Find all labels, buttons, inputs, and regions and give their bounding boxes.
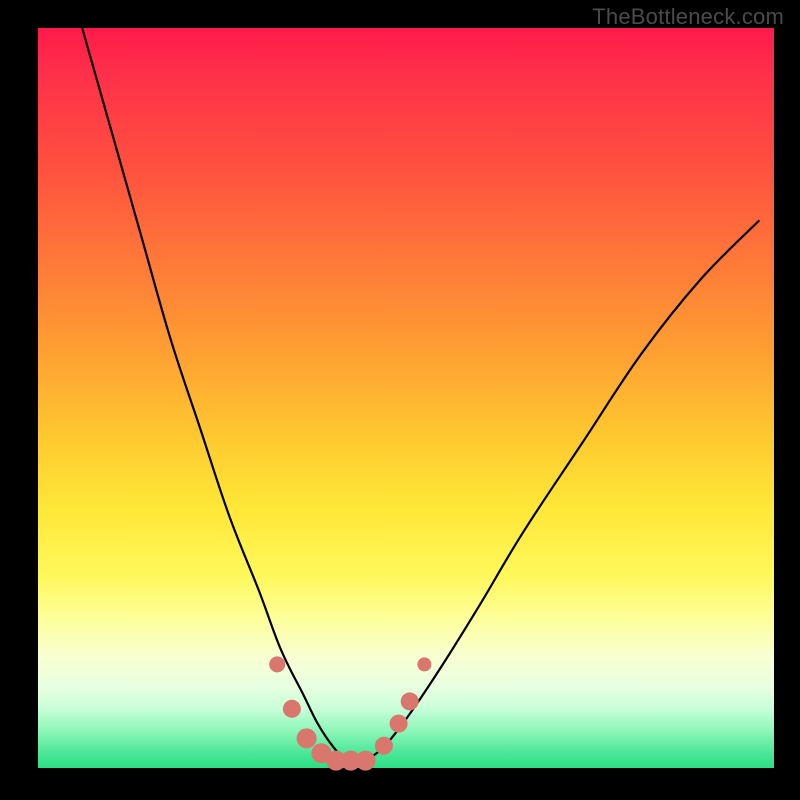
- marker-dot: [390, 715, 408, 733]
- curve-svg: [38, 28, 774, 768]
- marker-dot: [417, 657, 431, 671]
- watermark-label: TheBottleneck.com: [592, 4, 784, 30]
- marker-dot: [283, 700, 301, 718]
- marker-dot: [297, 728, 317, 748]
- chart-frame: TheBottleneck.com: [0, 0, 800, 800]
- marker-dot: [401, 692, 419, 710]
- marker-dot: [375, 737, 393, 755]
- marker-dot: [356, 751, 376, 771]
- bottleneck-curve: [82, 28, 759, 762]
- plot-area: [38, 28, 774, 768]
- marker-dot: [269, 656, 285, 672]
